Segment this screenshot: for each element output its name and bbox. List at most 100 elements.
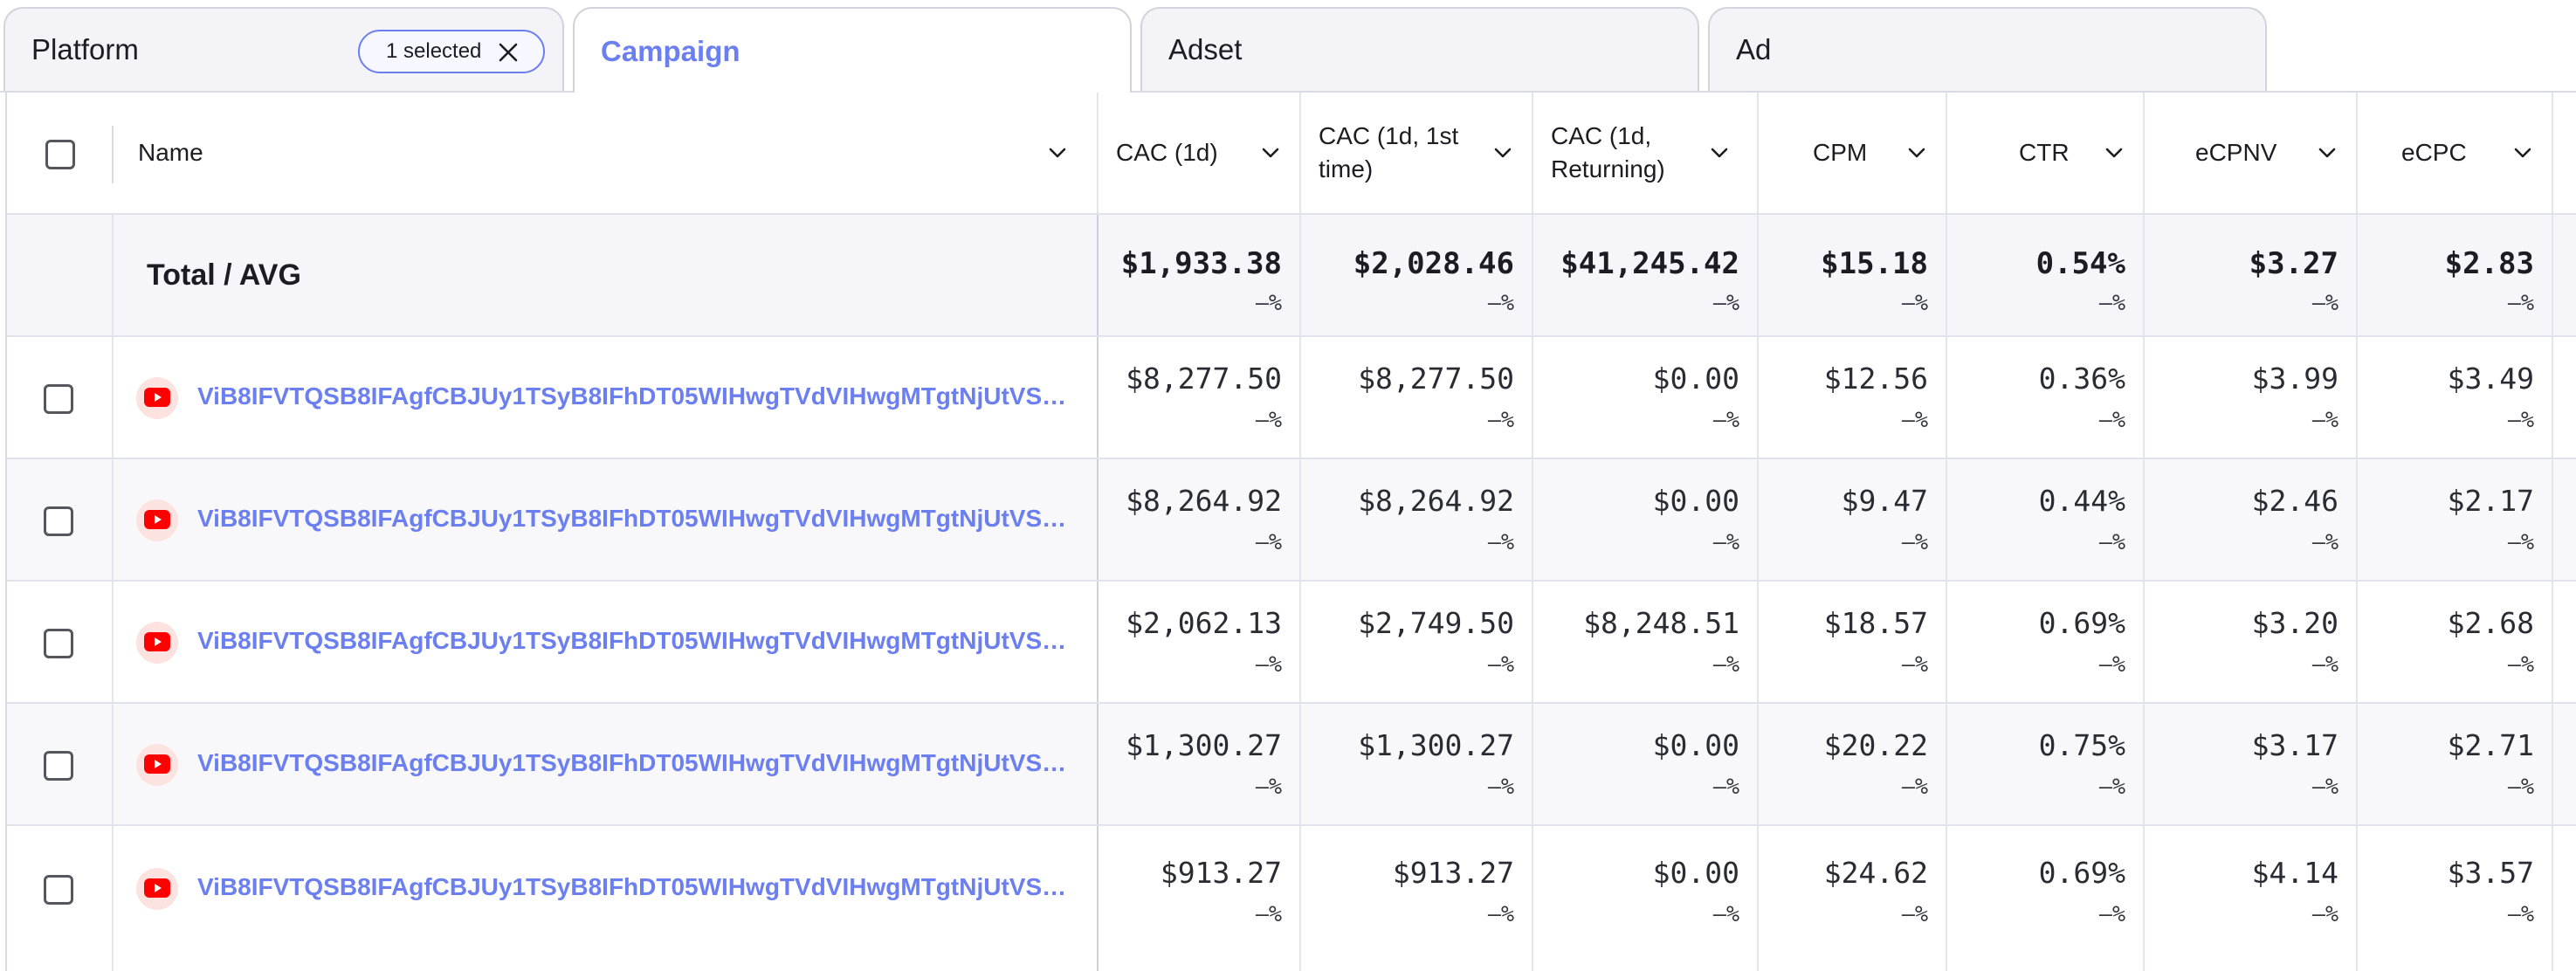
close-icon[interactable] [496,40,520,65]
metric-delta: –% [1901,407,1928,432]
metric-cell: $15.18 –% [1759,215,1947,335]
metric-value: 0.69% [2038,856,2125,890]
metric-cell: $0.00 –% [1533,337,1759,458]
tab-campaign[interactable]: Campaign [573,7,1132,94]
metric-value: 0.69% [2038,606,2125,640]
chevron-down-icon[interactable] [1046,141,1069,164]
table-row: ViB8IFVTQSB8IFAgfCBJUy1TSyB8IFhDT05WIHwg… [7,582,2576,704]
metric-cell: $2,028.46 –% [1301,215,1533,335]
metric-value: $18.57 [1823,606,1928,640]
tab-platform[interactable]: Platform 1 selected [3,7,564,91]
total-label: Total / AVG [147,258,301,292]
row-checkbox[interactable] [44,875,73,905]
metric-cell: $12.56 –% [1759,337,1947,458]
tab-adset[interactable]: Adset [1140,7,1699,91]
metrics-table: Name CAC (1d) CAC (1d, 1st time) CAC (1d,… [5,93,2576,971]
metric-delta: –% [1901,774,1928,799]
metric-delta: –% [1487,651,1514,677]
metric-value: $0.00 [1652,362,1739,396]
campaign-table-view: Platform 1 selected Campaign Adset Ad Na… [0,0,2576,971]
table-row: ViB8IFVTQSB8IFAgfCBJUy1TSyB8IFhDT05WIHwg… [7,704,2576,826]
metric-cell: $2.46 –% [2145,459,2358,580]
metric-value: $12.56 [1823,362,1928,396]
metric-cell: $9.47 –% [1759,459,1947,580]
campaign-name-link[interactable]: ViB8IFVTQSB8IFAgfCBJUy1TSyB8IFhDT05WIHwg… [197,627,1079,655]
metric-delta: –% [2507,651,2534,677]
column-header-label: eCPC [2401,139,2467,166]
metric-value: $2.68 [2447,606,2534,640]
chevron-down-icon[interactable] [1708,141,1731,164]
column-header-line: CAC (1d, 1st [1319,122,1459,149]
tab-ad[interactable]: Ad [1708,7,2267,91]
metric-value: $2.83 [2444,246,2534,281]
chevron-down-icon[interactable] [2511,141,2534,164]
campaign-name-link[interactable]: ViB8IFVTQSB8IFAgfCBJUy1TSyB8IFhDT05WIHwg… [197,749,1079,777]
metric-cell: $3.27 –% [2145,215,2358,335]
metric-delta: –% [1255,651,1282,677]
row-checkbox[interactable] [44,506,73,536]
total-row: Total / AVG $1,933.38 –% $2,028.46 –% $41,… [7,215,2576,337]
metric-value: $9.47 [1841,484,1928,518]
metric-cell: $3.99 –% [2145,337,2358,458]
column-header-ctr[interactable]: CTR [1947,93,2145,213]
row-select-cell [7,582,114,702]
column-header-ecpnv[interactable]: eCPNV [2145,93,2358,213]
chevron-down-icon[interactable] [2316,141,2338,164]
column-header-label: eCPNV [2195,139,2277,166]
tab-ad-label: Ad [1736,33,1772,65]
metric-cell: $2.17 –% [2358,459,2553,580]
metric-cell: $8,264.92 –% [1301,459,1533,580]
campaign-name-cell: ViB8IFVTQSB8IFAgfCBJUy1TSyB8IFhDT05WIHwg… [114,337,1099,458]
column-header-cac-1d[interactable]: CAC (1d) [1099,93,1301,213]
metric-cell: 0.75% –% [1947,704,2145,824]
selection-pill-label: 1 selected [386,39,482,63]
chevron-down-icon[interactable] [2103,141,2125,164]
column-header-name[interactable]: Name [112,93,1099,213]
metric-value: $0.00 [1652,484,1739,518]
metric-value: $8,248.51 [1583,606,1739,640]
chevron-down-icon[interactable] [1905,141,1928,164]
row-select-cell [7,337,114,458]
metric-value: $8,264.92 [1358,484,1514,518]
metric-cell: 0.36% –% [1947,337,2145,458]
metric-value: $4.14 [2251,856,2338,890]
metric-delta: –% [1255,290,1282,315]
tab-campaign-label: Campaign [601,35,740,67]
column-header-cac-1d-returning[interactable]: CAC (1d, Returning) [1533,93,1759,213]
metric-cell: $1,933.38 –% [1099,215,1301,335]
metric-value: $3.20 [2251,606,2338,640]
campaign-name-link[interactable]: ViB8IFVTQSB8IFAgfCBJUy1TSyB8IFhDT05WIHwg… [197,873,1079,901]
campaign-name-link[interactable]: ViB8IFVTQSB8IFAgfCBJUy1TSyB8IFhDT05WIHwg… [197,382,1079,410]
metric-cell: $913.27 –% [1099,826,1301,971]
metric-value: 0.54% [2035,246,2125,281]
chevron-down-icon[interactable] [1491,141,1514,164]
metric-cell: $2.83 –% [2358,215,2553,335]
youtube-icon [136,377,178,419]
metric-cell: $1,300.27 –% [1099,704,1301,824]
row-checkbox[interactable] [44,629,73,658]
header-select-cell [7,93,114,213]
campaign-name-cell: ViB8IFVTQSB8IFAgfCBJUy1TSyB8IFhDT05WIHwg… [114,826,1099,971]
metric-value: $3.99 [2251,362,2338,396]
column-header-ecpc[interactable]: eCPC [2358,93,2553,213]
metric-value: $20.22 [1823,728,1928,762]
chevron-down-icon[interactable] [1259,141,1282,164]
column-header-overflow [2553,93,2576,213]
metric-delta: –% [2098,407,2125,432]
column-header-cpm[interactable]: CPM [1759,93,1947,213]
youtube-icon [136,868,178,910]
metric-value: 0.44% [2038,484,2125,518]
metric-value: $24.62 [1823,856,1928,890]
campaign-name-link[interactable]: ViB8IFVTQSB8IFAgfCBJUy1TSyB8IFhDT05WIHwg… [197,505,1079,533]
column-header-cac-1d-first-time[interactable]: CAC (1d, 1st time) [1301,93,1533,213]
row-checkbox[interactable] [44,751,73,781]
metric-cell: $1,300.27 –% [1301,704,1533,824]
metric-value: $41,245.42 [1560,246,1739,281]
select-all-checkbox[interactable] [45,140,75,169]
metric-value: $0.00 [1652,728,1739,762]
youtube-icon [136,744,178,786]
metric-delta: –% [2098,651,2125,677]
row-checkbox[interactable] [44,384,73,414]
metric-cell: $0.00 –% [1533,826,1759,971]
metric-delta: –% [1487,529,1514,554]
